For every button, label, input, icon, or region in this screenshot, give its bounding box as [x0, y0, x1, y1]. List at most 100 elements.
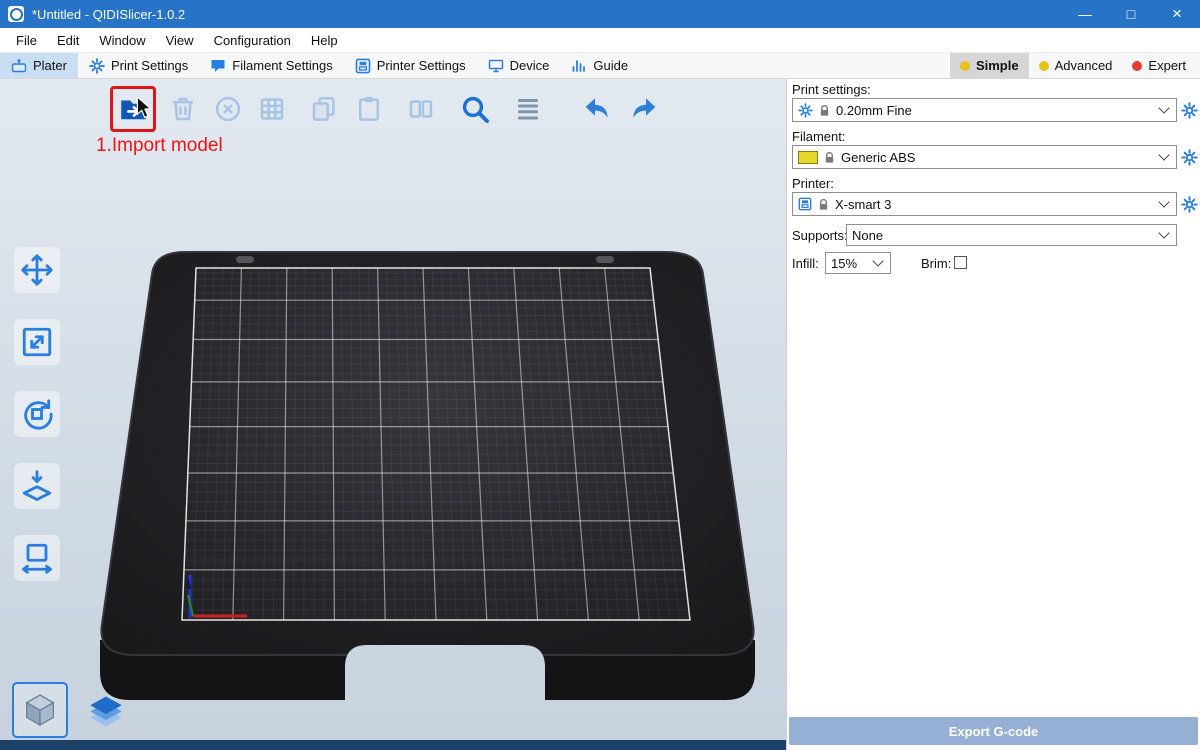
titlebar: *Untitled - QIDISlicer-1.0.2 — □ × [0, 0, 1200, 28]
arrange-button[interactable] [254, 91, 290, 127]
menu-window[interactable]: Window [89, 28, 155, 52]
infill-combo[interactable]: 15% [825, 252, 891, 274]
device-icon [488, 58, 504, 74]
menu-file[interactable]: File [6, 28, 47, 52]
measure-icon [19, 540, 55, 576]
chevron-down-icon [1158, 227, 1169, 238]
gear-icon [798, 103, 813, 118]
mode-expert[interactable]: Expert [1122, 53, 1196, 78]
export-gcode-button[interactable]: Export G-code [789, 717, 1198, 745]
3d-view-button[interactable] [12, 682, 68, 738]
tab-label: Filament Settings [232, 58, 332, 73]
gizmo-toolbar [14, 247, 60, 581]
mode-label: Simple [976, 58, 1019, 73]
mode-switcher: Simple Advanced Expert [950, 53, 1200, 78]
filament-icon [210, 58, 226, 74]
split-icon [406, 94, 436, 124]
chevron-down-icon [1158, 102, 1169, 113]
guide-icon [571, 58, 587, 74]
place-on-face-button[interactable] [14, 463, 60, 509]
tab-label: Guide [593, 58, 628, 73]
redo-icon [628, 93, 660, 125]
import-annotation: 1.Import model [96, 135, 223, 157]
filament-gear-button[interactable] [1181, 149, 1198, 166]
lock-icon [818, 104, 831, 117]
layer-view-icon [85, 693, 127, 735]
redo-button[interactable] [626, 91, 662, 127]
copy-icon [309, 94, 339, 124]
tab-filament-settings[interactable]: Filament Settings [199, 53, 343, 78]
plater-toolbar [110, 86, 662, 132]
printer-combo[interactable]: X-smart 3 [792, 192, 1177, 216]
rotate-icon [19, 396, 55, 432]
filament-color-swatch [798, 151, 818, 164]
menu-edit[interactable]: Edit [47, 28, 89, 52]
menu-view[interactable]: View [156, 28, 204, 52]
settings-panel: Print settings: 0.20mm Fine Filament: Ge… [786, 79, 1200, 750]
menu-help[interactable]: Help [301, 28, 348, 52]
mode-advanced[interactable]: Advanced [1029, 53, 1123, 78]
flatten-icon [19, 468, 55, 504]
chevron-down-icon [872, 255, 883, 266]
3d-viewport[interactable]: 1.Import model [0, 79, 786, 750]
chevron-down-icon [1158, 196, 1169, 207]
tabbar: Plater Print Settings Filament Settings … [0, 52, 1200, 79]
search-icon [459, 93, 491, 125]
scale-button[interactable] [14, 319, 60, 365]
tab-plater[interactable]: Plater [0, 53, 78, 78]
maximize-button[interactable]: □ [1108, 0, 1154, 28]
infill-value: 15% [831, 256, 857, 271]
app-window: *Untitled - QIDISlicer-1.0.2 — □ × File … [0, 0, 1200, 750]
tab-print-settings[interactable]: Print Settings [78, 53, 199, 78]
print-settings-combo[interactable]: 0.20mm Fine [792, 98, 1177, 122]
print-bed [0, 79, 786, 750]
measure-button[interactable] [14, 535, 60, 581]
view-switcher [12, 682, 130, 738]
lock-icon [817, 198, 830, 211]
printer-gear-button[interactable] [1181, 196, 1198, 213]
mode-simple[interactable]: Simple [950, 53, 1029, 78]
lock-icon [823, 151, 836, 164]
cube-view-icon [20, 690, 60, 730]
tab-device[interactable]: Device [477, 53, 561, 78]
delete-all-icon [213, 94, 243, 124]
filament-value: Generic ABS [841, 150, 915, 165]
print-settings-gear-button[interactable] [1181, 102, 1198, 119]
split-objects-button[interactable] [403, 91, 439, 127]
chevron-down-icon [1158, 149, 1169, 160]
layer-view-button[interactable] [82, 690, 130, 738]
close-button[interactable]: × [1154, 0, 1200, 28]
delete-all-button[interactable] [210, 91, 246, 127]
tab-label: Plater [33, 58, 67, 73]
printer-icon [355, 58, 371, 74]
tab-label: Printer Settings [377, 58, 466, 73]
supports-combo[interactable]: None [846, 224, 1177, 246]
search-button[interactable] [457, 91, 493, 127]
undo-button[interactable] [579, 91, 615, 127]
move-icon [19, 252, 55, 288]
copy-button[interactable] [306, 91, 342, 127]
brim-label: Brim: [921, 256, 951, 271]
delete-button[interactable] [165, 91, 201, 127]
variable-layer-height-button[interactable] [510, 91, 546, 127]
app-logo-icon [8, 6, 24, 22]
menu-configuration[interactable]: Configuration [204, 28, 301, 52]
paste-button[interactable] [351, 91, 387, 127]
gear-icon [89, 58, 105, 74]
move-button[interactable] [14, 247, 60, 293]
filament-combo[interactable]: Generic ABS [792, 145, 1177, 169]
expert-dot-icon [1132, 61, 1142, 71]
variable-layer-icon [513, 94, 543, 124]
rotate-button[interactable] [14, 391, 60, 437]
printer-value: X-smart 3 [835, 197, 891, 212]
minimize-button[interactable]: — [1062, 0, 1108, 28]
window-title: *Untitled - QIDISlicer-1.0.2 [32, 7, 185, 22]
mode-label: Expert [1148, 58, 1186, 73]
cursor-icon [134, 97, 154, 119]
brim-checkbox[interactable] [954, 256, 967, 269]
tab-printer-settings[interactable]: Printer Settings [344, 53, 477, 78]
plater-icon [11, 58, 27, 74]
tab-guide[interactable]: Guide [560, 53, 639, 78]
printer-label: Printer: [792, 176, 834, 191]
print-settings-label: Print settings: [792, 82, 871, 97]
